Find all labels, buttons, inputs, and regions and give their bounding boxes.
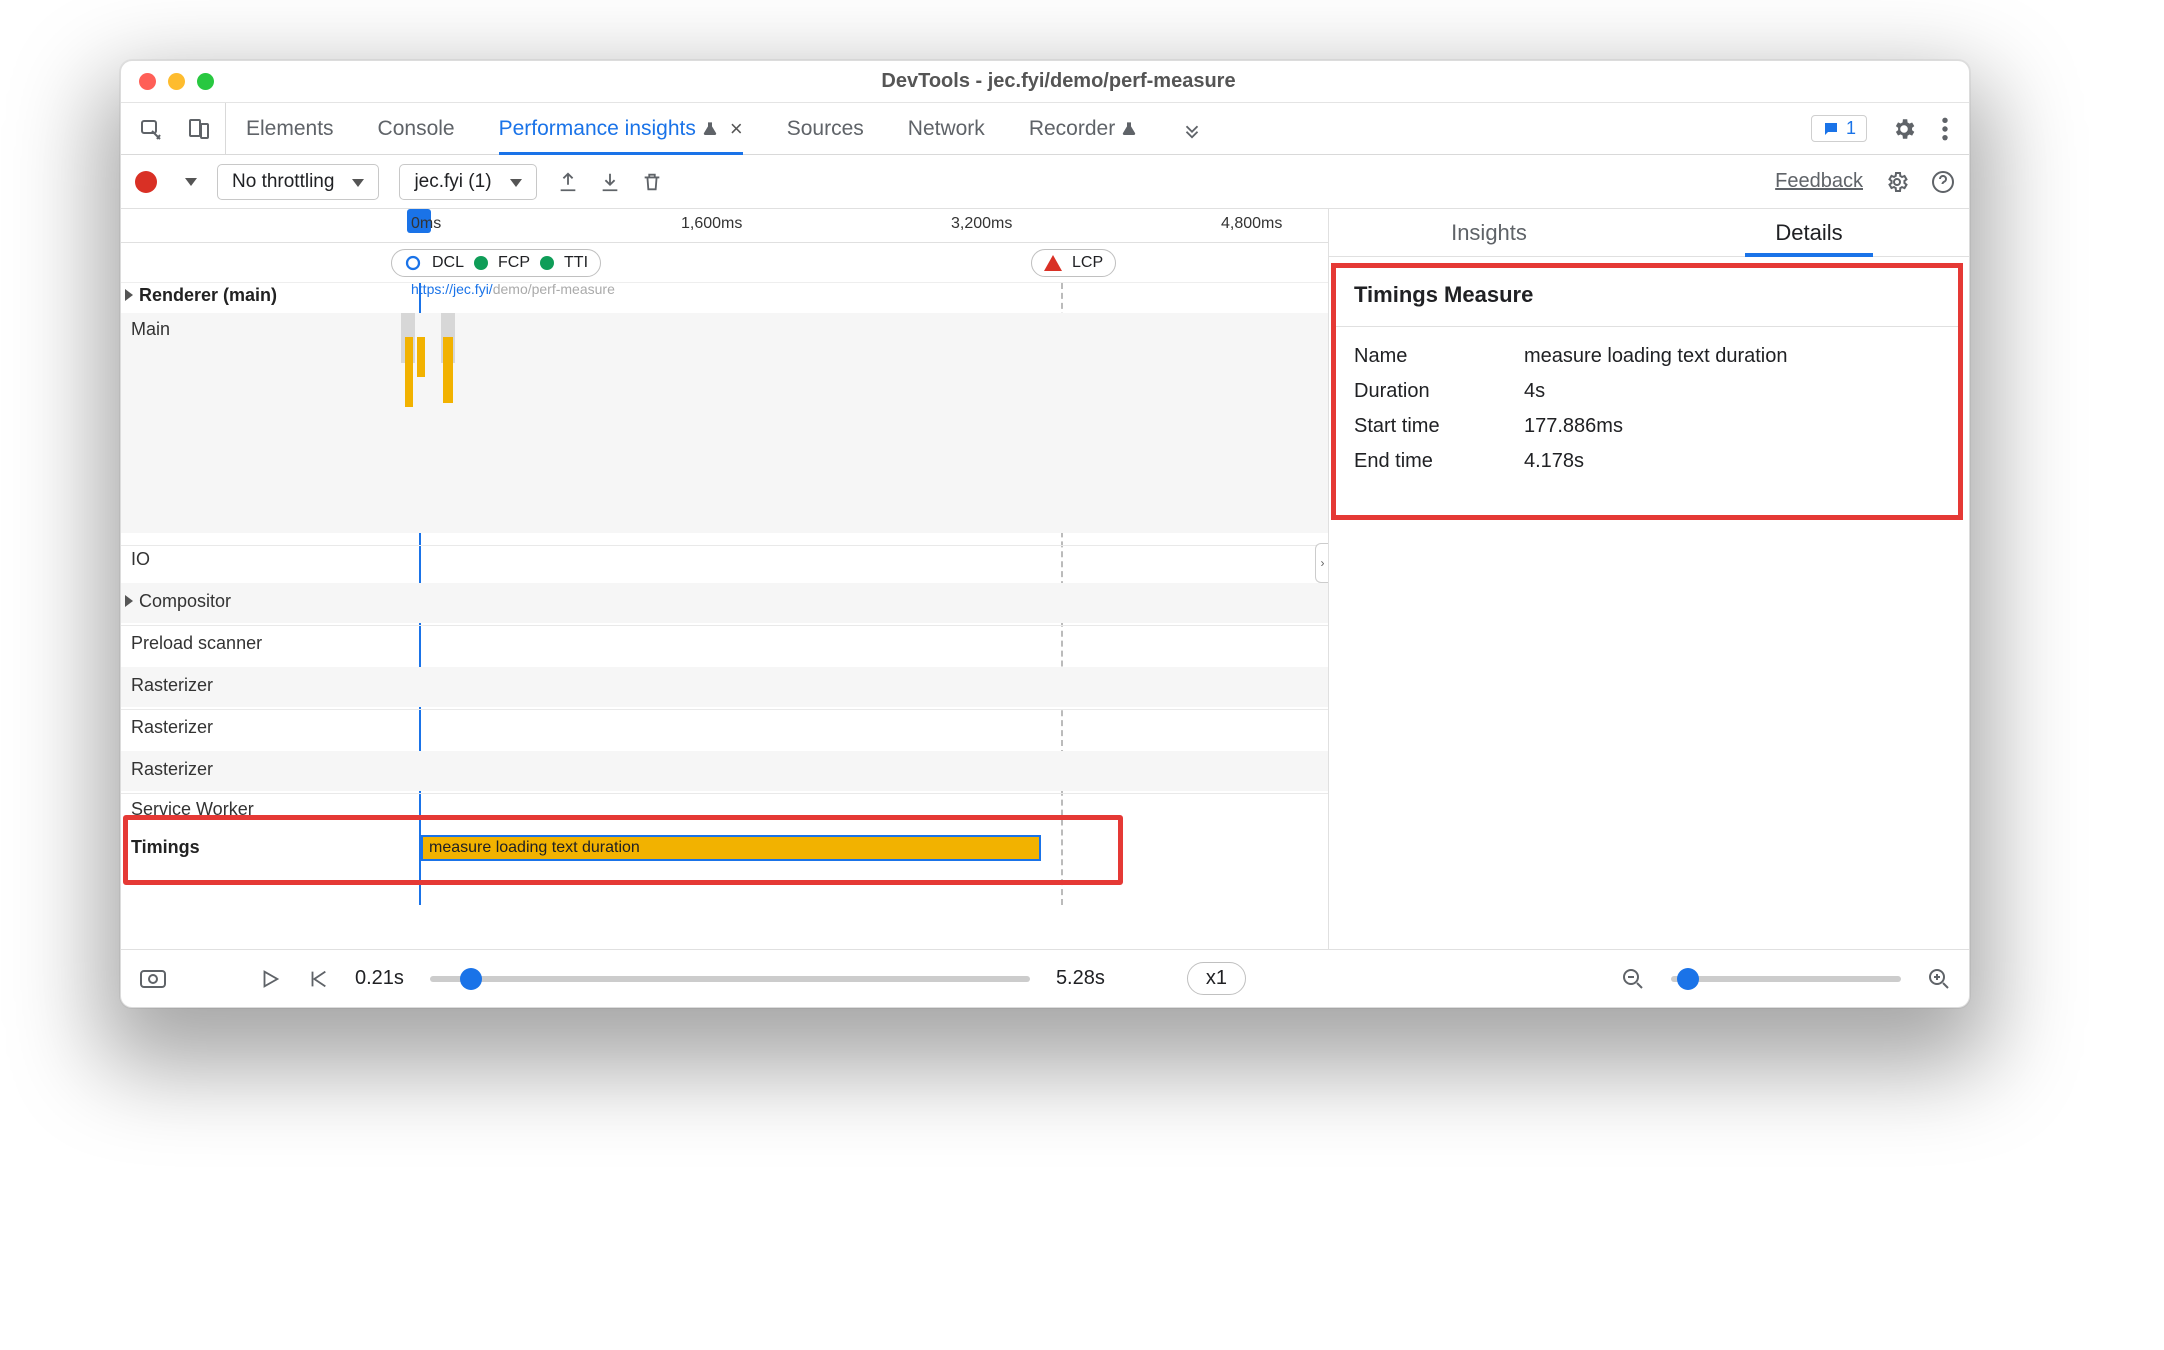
window-minimize-button[interactable] <box>168 73 185 90</box>
recording-select[interactable]: jec.fyi (1) <box>399 164 536 200</box>
flame-block[interactable] <box>405 337 413 407</box>
tab-close-button[interactable]: × <box>730 116 743 142</box>
panel-tabs: Elements Console Performance insights × … <box>246 103 1203 154</box>
ruler-tick: 4,800ms <box>1221 215 1282 233</box>
kebab-menu-icon[interactable] <box>1941 116 1949 142</box>
marker-tti: TTI <box>564 254 588 272</box>
play-icon[interactable] <box>259 968 281 990</box>
time-slider-knob[interactable] <box>460 968 482 990</box>
tab-sources[interactable]: Sources <box>787 103 864 154</box>
flask-icon <box>702 120 718 138</box>
vitals-markers-row: DCL FCP TTI LCP <box>121 243 1328 283</box>
track-preload-scanner[interactable]: Preload scanner <box>131 633 262 654</box>
inspect-group <box>131 103 226 154</box>
ruler-tick: 3,200ms <box>951 215 1012 233</box>
zoom-in-icon[interactable] <box>1927 967 1951 991</box>
details-row: Duration4s <box>1354 380 1940 403</box>
rewind-start-icon[interactable] <box>307 968 329 990</box>
tab-elements[interactable]: Elements <box>246 103 334 154</box>
tab-network[interactable]: Network <box>908 103 985 154</box>
tab-console[interactable]: Console <box>378 103 455 154</box>
track-main[interactable]: Main <box>131 319 170 340</box>
screenshot-toggle-icon[interactable] <box>139 967 167 991</box>
flask-icon <box>1121 120 1137 138</box>
details-pane: Insights Details Timings Measure Namemea… <box>1329 209 1969 949</box>
time-start-label: 0.21s <box>355 967 404 990</box>
speed-button[interactable]: x1 <box>1187 962 1246 995</box>
tab-details[interactable]: Details <box>1649 209 1969 256</box>
record-menu-chevron-icon[interactable] <box>177 173 197 190</box>
device-toolbar-icon[interactable] <box>187 117 211 141</box>
highlight-details-box: Timings Measure Namemeasure loading text… <box>1331 263 1963 520</box>
details-row: End time4.178s <box>1354 450 1940 473</box>
timeline-pane[interactable]: 0ms 1,600ms 3,200ms 4,800ms DCL FCP TTI <box>121 209 1329 949</box>
main-area: 0ms 1,600ms 3,200ms 4,800ms DCL FCP TTI <box>121 209 1969 949</box>
record-button[interactable] <box>135 171 157 193</box>
import-icon[interactable] <box>599 171 621 193</box>
dot-icon <box>540 256 554 270</box>
details-tabs: Insights Details <box>1329 209 1969 257</box>
warning-triangle-icon <box>1044 255 1062 271</box>
tabsrow-right: 1 <box>1811 115 1959 142</box>
zoom-slider-knob[interactable] <box>1677 968 1699 990</box>
details-row: Start time177.886ms <box>1354 415 1940 438</box>
track-rasterizer[interactable]: Rasterizer <box>131 717 213 738</box>
track-compositor[interactable]: Compositor <box>125 591 231 612</box>
window-close-button[interactable] <box>139 73 156 90</box>
sidebar-collapse-handle[interactable]: › <box>1315 543 1328 583</box>
flame-block[interactable] <box>417 337 425 377</box>
vitals-pill[interactable]: DCL FCP TTI <box>391 249 601 277</box>
track-timings[interactable]: Timings <box>131 837 200 858</box>
dot-icon <box>474 256 488 270</box>
settings-gear-icon[interactable] <box>1891 116 1917 142</box>
devtools-tabs-row: Elements Console Performance insights × … <box>121 103 1969 155</box>
marker-icon <box>404 254 422 272</box>
zoom-slider[interactable] <box>1671 976 1901 982</box>
messages-count: 1 <box>1846 118 1856 139</box>
titlebar: DevTools - jec.fyi/demo/perf-measure <box>121 61 1969 103</box>
ruler-tick: 1,600ms <box>681 215 742 233</box>
ruler-tick: 0ms <box>411 215 441 233</box>
zoom-out-icon[interactable] <box>1621 967 1645 991</box>
throttling-select[interactable]: No throttling <box>217 164 379 200</box>
tab-insights[interactable]: Insights <box>1329 209 1649 256</box>
track-io[interactable]: IO <box>131 549 150 570</box>
time-end-label: 5.28s <box>1056 967 1105 990</box>
timings-measure-bar[interactable]: measure loading text duration <box>421 835 1041 861</box>
export-icon[interactable] <box>557 171 579 193</box>
panel-settings-gear-icon[interactable] <box>1885 170 1909 194</box>
devtools-window: DevTools - jec.fyi/demo/perf-measure Ele… <box>120 60 1970 1008</box>
window-title: DevTools - jec.fyi/demo/perf-measure <box>232 70 1885 93</box>
window-zoom-button[interactable] <box>197 73 214 90</box>
timeline-body[interactable]: https://jec.fyi/demo/perf-measure Render… <box>121 283 1328 905</box>
details-heading: Timings Measure <box>1354 282 1940 308</box>
marker-dcl: DCL <box>432 254 464 272</box>
details-row: Namemeasure loading text duration <box>1354 345 1940 368</box>
url-hint: https://jec.fyi/demo/perf-measure <box>411 283 615 297</box>
track-rasterizer[interactable]: Rasterizer <box>131 759 213 780</box>
track-renderer-header[interactable]: Renderer (main) <box>125 285 277 306</box>
marker-lcp: LCP <box>1072 254 1103 272</box>
chevron-down-icon <box>502 171 522 193</box>
delete-icon[interactable] <box>641 171 663 193</box>
help-icon[interactable] <box>1931 170 1955 194</box>
tab-performance-insights[interactable]: Performance insights × <box>499 103 743 154</box>
inspect-element-icon[interactable] <box>139 117 163 141</box>
chevron-down-icon <box>344 171 364 193</box>
track-rasterizer[interactable]: Rasterizer <box>131 675 213 696</box>
more-tabs-button[interactable] <box>1181 103 1203 154</box>
time-ruler[interactable]: 0ms 1,600ms 3,200ms 4,800ms <box>121 209 1328 243</box>
traffic-lights <box>121 73 232 90</box>
marker-fcp: FCP <box>498 254 530 272</box>
lcp-pill[interactable]: LCP <box>1031 249 1116 277</box>
time-slider[interactable] <box>430 976 1030 982</box>
playback-footer: 0.21s 5.28s x1 <box>121 949 1969 1007</box>
perf-insights-toolbar: No throttling jec.fyi (1) Feedback <box>121 155 1969 209</box>
feedback-link[interactable]: Feedback <box>1775 170 1863 193</box>
tab-recorder[interactable]: Recorder <box>1029 103 1137 154</box>
messages-badge[interactable]: 1 <box>1811 115 1867 142</box>
flame-block[interactable] <box>443 337 453 403</box>
